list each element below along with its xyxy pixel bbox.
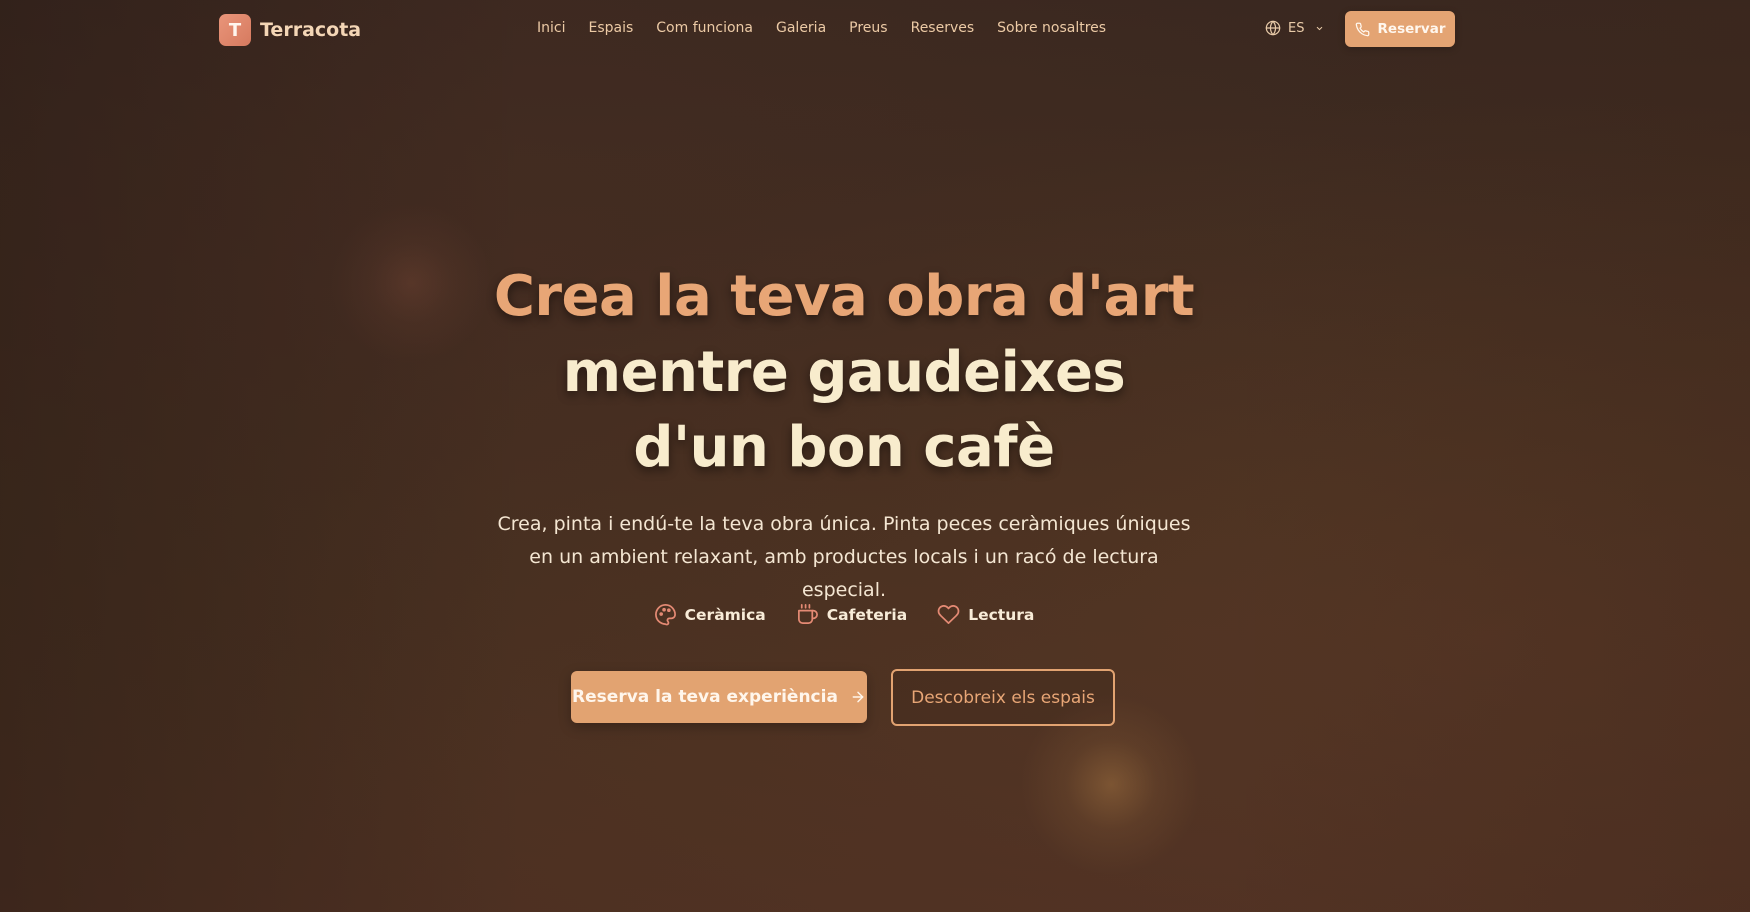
phone-icon [1355,22,1369,36]
heart-icon [937,605,960,624]
reserve-button[interactable]: Reservar [1345,11,1455,47]
brand-name: Terracota [260,19,362,41]
nav-link-com-funciona[interactable]: Com funciona [656,20,753,36]
chevron-down-icon [1317,26,1323,30]
feature-label: Cafeteria [826,605,908,624]
feature-ceramica: Ceràmica [654,603,766,626]
book-experience-button[interactable]: Reserva la teva experiència [571,671,867,723]
nav-link-galeria[interactable]: Galeria [776,20,826,36]
feature-cafeteria: Cafeteria [796,603,907,626]
nav-link-inici[interactable]: Inici [537,20,565,36]
discover-spaces-label: Descobreix els espais [911,687,1095,708]
top-navbar: T Terracota Inici Espais Com funciona Ga… [0,0,1750,58]
nav-link-sobre-nosaltres[interactable]: Sobre nosaltres [997,20,1106,36]
hero-subtitle: Crea, pinta i endú-te la teva obra única… [497,513,1191,601]
hero-title-line-1: Crea la teva obra d'art [493,264,1195,329]
discover-spaces-button[interactable]: Descobreix els espais [891,669,1115,726]
feature-list: Ceràmica Cafeteria Lectura [0,603,1688,626]
language-selector[interactable]: ES [1265,20,1324,36]
nav-link-espais[interactable]: Espais [588,20,633,36]
hero-title-line-2: mentre gaudeixes [562,340,1126,405]
nav-link-reserves[interactable]: Reserves [911,20,975,36]
reserve-button-label: Reservar [1377,21,1446,37]
feature-lectura: Lectura [937,603,1034,626]
coffee-cup-icon [797,604,818,624]
palette-icon [654,604,676,626]
hero-title-line-3: d'un bon cafè [633,415,1055,480]
book-experience-label: Reserva la teva experiència [572,687,838,707]
feature-label: Lectura [968,605,1035,624]
main-nav: Inici Espais Com funciona Galeria Preus … [537,20,1106,36]
brand[interactable]: T Terracota [219,14,361,46]
arrow-right-icon [852,691,864,703]
feature-label: Ceràmica [684,605,766,624]
nav-link-preus[interactable]: Preus [849,20,887,36]
language-code: ES [1288,20,1305,36]
brand-logo: T [219,14,251,46]
globe-icon [1265,20,1281,36]
